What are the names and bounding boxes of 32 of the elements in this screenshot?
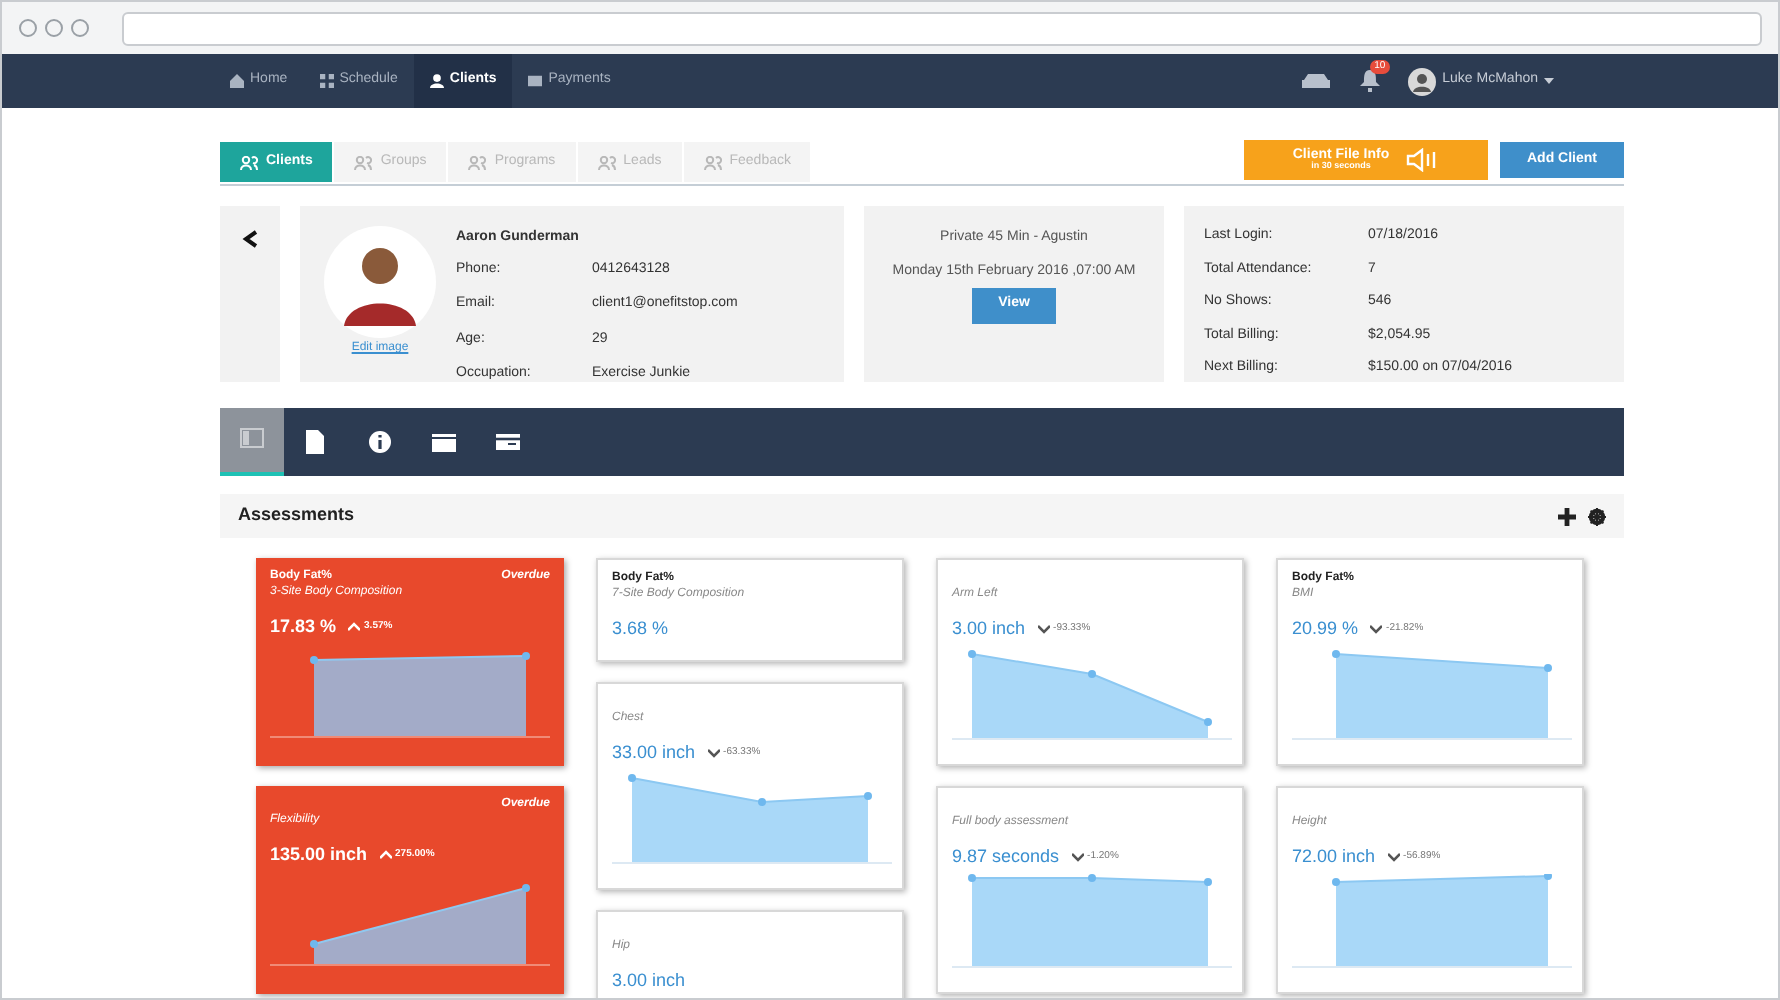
bell-icon[interactable] bbox=[1360, 70, 1381, 92]
info-icon bbox=[368, 430, 392, 454]
card-value: 20.99 % bbox=[1292, 616, 1359, 642]
card-value: 3.00 inch bbox=[612, 968, 686, 994]
card-value: 9.87 seconds bbox=[952, 844, 1060, 870]
speaker-icon bbox=[1405, 148, 1440, 172]
avatar-icon[interactable] bbox=[1408, 67, 1437, 95]
card-value: 33.00 inch bbox=[612, 740, 696, 766]
people-icon bbox=[597, 155, 616, 169]
card-value: 3.00 inch bbox=[952, 616, 1026, 642]
card-value: 135.00 inch bbox=[270, 842, 368, 868]
card-icon bbox=[496, 430, 520, 454]
car-icon[interactable] bbox=[1300, 72, 1333, 90]
assessments-title: Assessments bbox=[238, 502, 355, 529]
calendar-icon bbox=[432, 430, 456, 454]
settings-icon[interactable] bbox=[1588, 507, 1606, 525]
grid-icon bbox=[319, 74, 334, 88]
card-value: 17.83 % bbox=[270, 614, 337, 640]
people-icon bbox=[468, 155, 487, 169]
caret-icon[interactable] bbox=[1544, 77, 1554, 85]
plus-icon[interactable] bbox=[1558, 507, 1576, 525]
profile-avatar-icon bbox=[324, 226, 436, 338]
card-value: 72.00 inch bbox=[1292, 844, 1376, 870]
user-icon bbox=[429, 74, 444, 88]
home-icon bbox=[230, 74, 244, 88]
layout-icon bbox=[240, 428, 264, 452]
people-icon bbox=[703, 155, 722, 169]
card-icon bbox=[528, 74, 543, 88]
people-icon bbox=[240, 155, 258, 169]
card-value: 3.68 % bbox=[612, 616, 669, 642]
people-icon bbox=[354, 155, 373, 169]
document-icon bbox=[304, 430, 328, 454]
